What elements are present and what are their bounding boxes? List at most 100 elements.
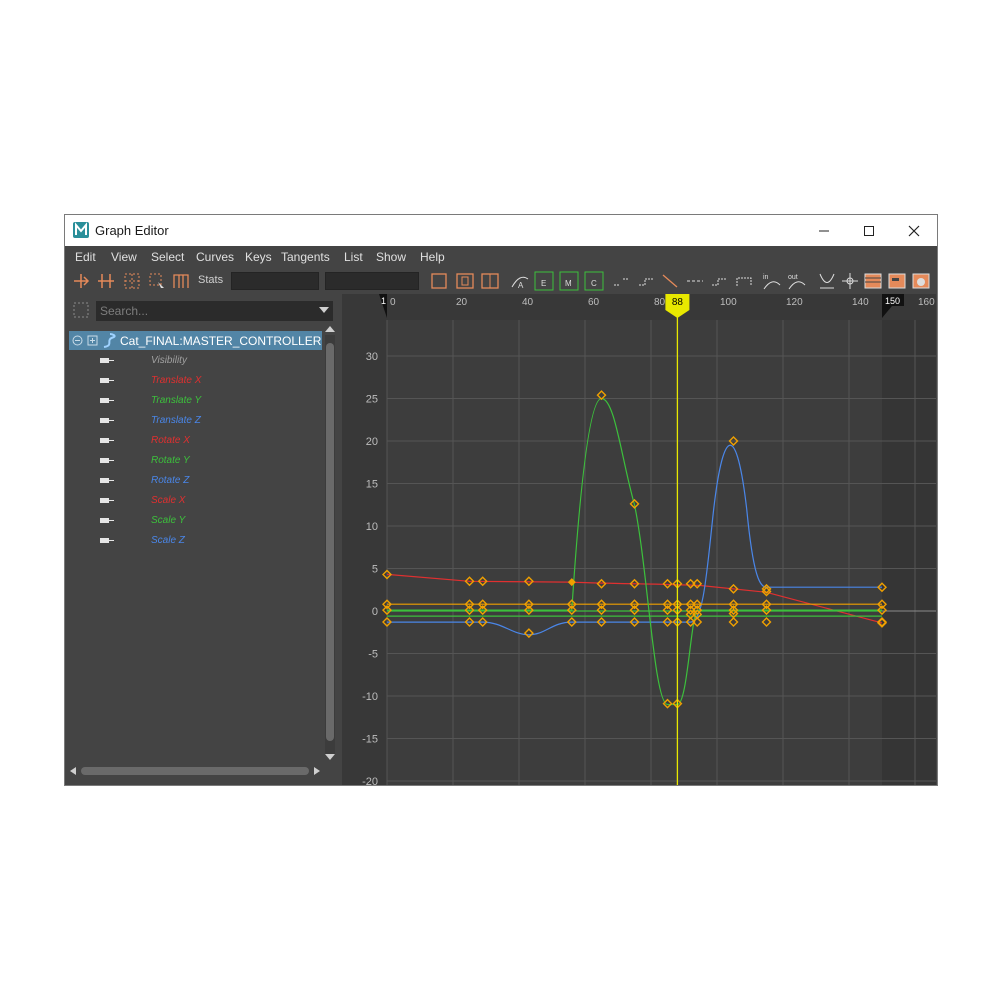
step-tangent-icon[interactable] [636, 271, 656, 291]
menu-curves[interactable]: Curves [196, 250, 234, 264]
attribute-row-rotate-x[interactable]: Rotate X [69, 431, 322, 451]
menu-select[interactable]: Select [151, 250, 184, 264]
unify-tangent-icon[interactable] [734, 271, 754, 291]
frame-selection-icon[interactable] [455, 271, 475, 291]
attribute-row-scale-y[interactable]: Scale Y [69, 511, 322, 531]
attribute-row-scale-x[interactable]: Scale X [69, 491, 322, 511]
minimize-icon [819, 230, 829, 231]
attribute-row-visibility[interactable]: Visibility [69, 351, 322, 371]
vertical-scroll-thumb[interactable] [326, 343, 334, 741]
outside-range-shade [882, 294, 936, 785]
graph-canvas[interactable]: 0 20 40 60 80 100 120 140 160 1 150 30 25 20 15 10 5 0 -5 -… [342, 294, 936, 785]
scroll-down-icon[interactable] [325, 753, 335, 761]
normalize-curves-icon[interactable] [817, 271, 837, 291]
menu-keys[interactable]: Keys [245, 250, 272, 264]
graph-view[interactable]: 0 20 40 60 80 100 120 140 160 1 150 30 25 20 15 10 5 0 -5 -… [342, 294, 936, 785]
svg-text:M: M [565, 279, 572, 288]
minimize-button[interactable] [801, 215, 847, 246]
menu-tangents[interactable]: Tangents [281, 250, 330, 264]
maximize-button[interactable] [846, 215, 892, 246]
attribute-row-scale-z[interactable]: Scale Z [69, 531, 322, 551]
attribute-label: Scale Y [151, 515, 186, 526]
value-tick-label: 10 [366, 521, 378, 533]
menu-bar: Edit View Select Curves Keys Tangents Li… [65, 246, 937, 268]
linear-curve-icon[interactable] [660, 271, 680, 291]
insert-key-tool-icon[interactable] [96, 271, 116, 291]
move-key-tool-icon[interactable] [71, 271, 91, 291]
attribute-row-rotate-z[interactable]: Rotate Z [69, 471, 322, 491]
scroll-right-icon[interactable] [313, 767, 321, 775]
move-view-icon[interactable] [840, 271, 860, 291]
clamped-tangent-icon[interactable]: M [559, 271, 579, 291]
time-tick-label: 160 [918, 297, 935, 308]
break-tangent-icon[interactable] [709, 271, 729, 291]
value-tick-label: 25 [366, 394, 378, 406]
close-button[interactable] [891, 215, 937, 246]
plateau-tangent-icon[interactable] [685, 271, 705, 291]
dope-sheet-icon[interactable] [887, 271, 907, 291]
time-tick-label: 40 [522, 297, 534, 308]
spline-tangent-icon[interactable]: E [534, 271, 554, 291]
graph-background [342, 294, 936, 785]
close-icon [908, 225, 920, 236]
attribute-row-translate-x[interactable]: Translate X [69, 371, 322, 391]
stats-field-2[interactable] [325, 272, 419, 290]
menu-view[interactable]: View [111, 250, 137, 264]
region-select-icon[interactable] [147, 271, 167, 291]
frame-all-icon[interactable] [429, 271, 449, 291]
time-tick-label: 140 [852, 297, 869, 308]
expand-icon[interactable] [87, 335, 98, 346]
title-bar[interactable]: Graph Editor [65, 215, 937, 246]
menu-show[interactable]: Show [376, 250, 406, 264]
attribute-label: Scale X [151, 495, 186, 506]
stats-label: Stats [198, 274, 224, 286]
time-tick-label: 100 [720, 297, 737, 308]
linear-tangent-icon[interactable]: C [584, 271, 604, 291]
attribute-label: Translate Y [151, 395, 202, 406]
search-input[interactable]: Search... [96, 301, 333, 321]
attribute-row-translate-z[interactable]: Translate Z [69, 411, 322, 431]
key-tick-icon [100, 378, 114, 383]
time-tick-label: 60 [588, 297, 600, 308]
attribute-row-rotate-y[interactable]: Rotate Y [69, 451, 322, 471]
outliner-horizontal-scrollbar[interactable] [69, 765, 322, 776]
value-tick-label: -10 [362, 691, 378, 703]
horizontal-scroll-thumb[interactable] [81, 767, 309, 775]
flat-tangent-icon[interactable] [611, 271, 631, 291]
end-frame-label: 150 [885, 296, 900, 306]
trax-editor-icon[interactable] [911, 271, 931, 291]
outliner-vertical-scrollbar[interactable] [325, 335, 335, 755]
attribute-row-translate-y[interactable]: Translate Y [69, 391, 322, 411]
collapse-icon[interactable] [72, 335, 83, 346]
retime-tool-icon[interactable] [171, 271, 191, 291]
svg-text:C: C [591, 279, 597, 288]
lattice-deform-icon[interactable] [122, 271, 142, 291]
menu-help[interactable]: Help [420, 250, 445, 264]
scroll-up-icon[interactable] [325, 325, 335, 333]
curve-node-icon [103, 333, 116, 348]
attribute-label: Visibility [151, 355, 187, 366]
start-frame-label: 1 [381, 296, 386, 306]
svg-text:in: in [763, 274, 769, 281]
controller-row[interactable]: Cat_FINAL:MASTER_CONTROLLER [69, 331, 322, 350]
filter-icon[interactable] [72, 301, 90, 319]
menu-list[interactable]: List [344, 250, 363, 264]
value-tick-label: 0 [372, 606, 378, 618]
menu-edit[interactable]: Edit [75, 250, 96, 264]
key-tick-icon [100, 478, 114, 483]
key-tick-icon [100, 538, 114, 543]
stats-field-1[interactable] [231, 272, 319, 290]
pre-infinity-icon[interactable]: in [762, 271, 782, 291]
post-infinity-icon[interactable]: out [787, 271, 807, 291]
auto-tangent-icon[interactable]: A [510, 271, 530, 291]
maximize-icon [864, 225, 874, 236]
time-editor-icon[interactable] [863, 271, 883, 291]
frame-playback-range-icon[interactable] [480, 271, 500, 291]
attribute-label: Rotate X [151, 435, 190, 446]
svg-text:out: out [788, 274, 798, 281]
pre-range-shade [342, 294, 387, 785]
scroll-left-icon[interactable] [69, 767, 77, 775]
search-dropdown-icon[interactable] [319, 306, 329, 314]
key-tick-icon [100, 438, 114, 443]
time-tick-label: 20 [456, 297, 468, 308]
